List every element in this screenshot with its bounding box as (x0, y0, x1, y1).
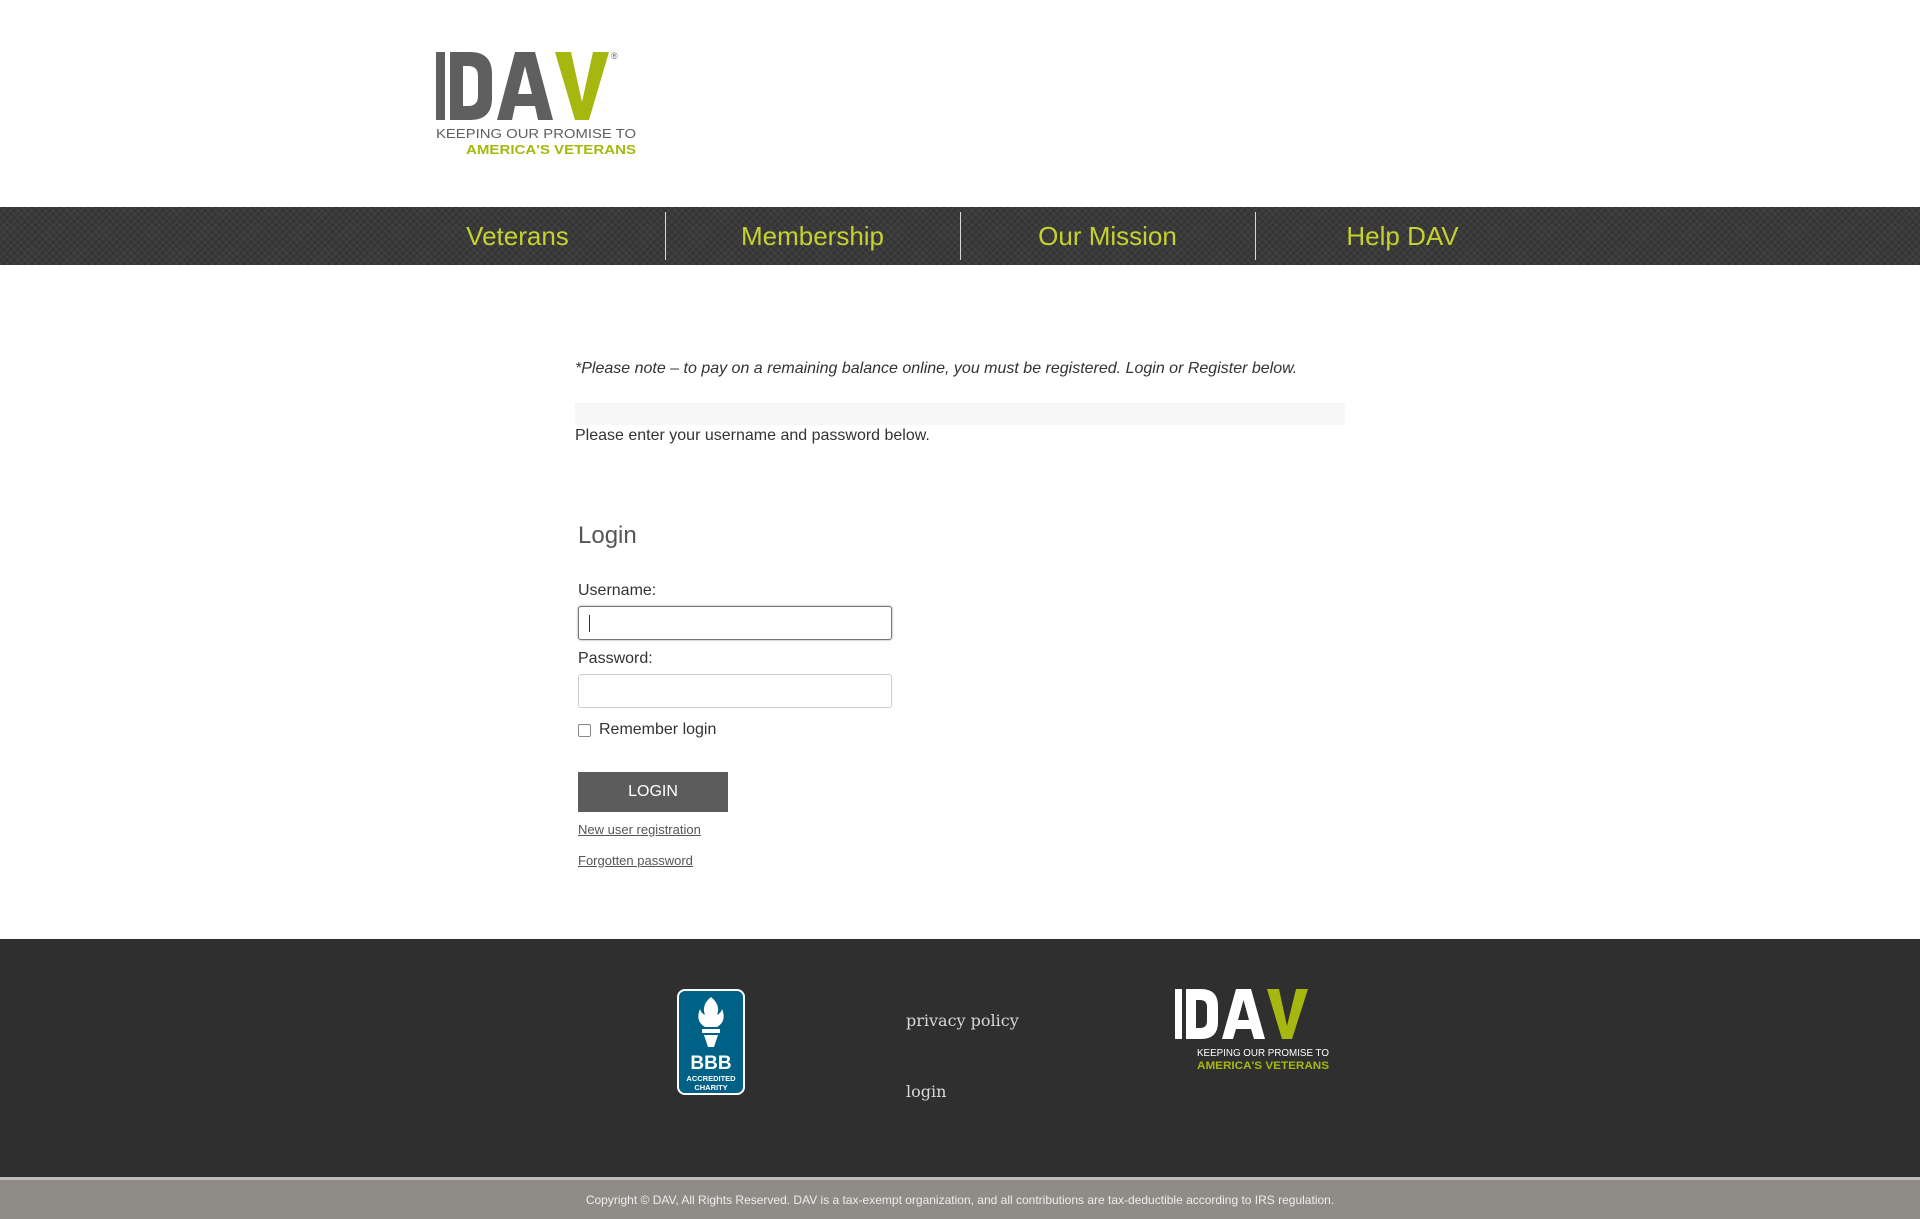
nav-item-our-mission[interactable]: Our Mission (960, 207, 1255, 265)
nav-item-help-dav[interactable]: Help DAV (1255, 207, 1550, 265)
copyright-text: Copyright © DAV, All Rights Reserved. DA… (585, 1192, 1335, 1207)
nav-item-membership[interactable]: Membership (665, 207, 960, 265)
footer-privacy-policy-link[interactable]: privacy policy (906, 1011, 1019, 1030)
username-input[interactable] (578, 606, 892, 640)
password-label: Password: (578, 650, 653, 667)
nav-item-veterans[interactable]: Veterans (370, 207, 665, 265)
forgotten-password-link[interactable]: Forgotten password (578, 853, 693, 868)
login-heading: Login (578, 522, 637, 549)
footer-logo-tagline-line2: AMERICA'S VETERANS (1197, 1060, 1329, 1072)
footer-login-link[interactable]: login (906, 1082, 946, 1101)
footer-dav-logo[interactable]: KEEPING OUR PROMISE TO AMERICA'S VETERAN… (1175, 988, 1337, 1072)
nav-items: Veterans Membership Our Mission Help DAV (370, 207, 1550, 265)
logo-tagline-line2: AMERICA'S VETERANS (466, 142, 636, 157)
main-nav: Veterans Membership Our Mission Help DAV (0, 207, 1920, 265)
login-button[interactable]: LOGIN (578, 772, 728, 812)
bbb-text: BBB (690, 1053, 731, 1074)
username-label: Username: (578, 582, 657, 599)
bbb-accredited-text: ACCREDITED (686, 1074, 736, 1083)
bbb-charity-text: CHARITY (694, 1083, 727, 1092)
registered-mark: ® (611, 51, 618, 61)
new-user-registration-link[interactable]: New user registration (578, 822, 701, 837)
remember-login-row: Remember login (578, 721, 716, 739)
footer-logo-tagline-line1: KEEPING OUR PROMISE TO (1197, 1047, 1329, 1059)
copyright-bar: Copyright © DAV, All Rights Reserved. DA… (0, 1180, 1920, 1219)
bbb-accredited-charity-badge[interactable]: BBB ACCREDITED CHARITY (677, 989, 745, 1095)
site-header: ® KEEPING OUR PROMISE TO AMERICA'S VETER… (0, 0, 1920, 207)
login-intro-text: Please enter your username and password … (575, 427, 930, 444)
password-input[interactable] (578, 674, 892, 708)
registration-note: *Please note – to pay on a remaining bal… (575, 360, 1298, 377)
remember-login-label[interactable]: Remember login (599, 721, 716, 739)
logo-tagline-line1: KEEPING OUR PROMISE TO (436, 127, 636, 141)
remember-login-checkbox[interactable] (578, 723, 591, 737)
message-strip (575, 403, 1345, 425)
text-cursor (589, 615, 590, 632)
dav-logo[interactable]: ® KEEPING OUR PROMISE TO AMERICA'S VETER… (436, 50, 646, 158)
site-footer (0, 939, 1920, 1177)
